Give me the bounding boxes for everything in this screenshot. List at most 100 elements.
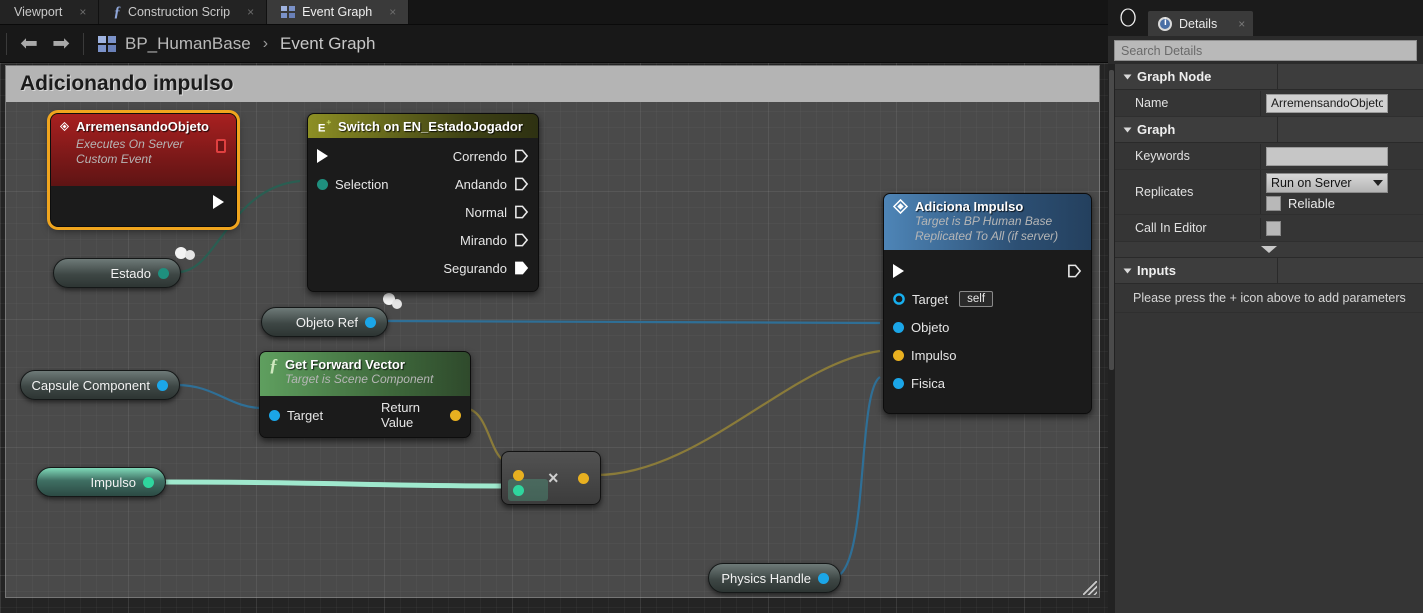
tab-viewport[interactable]: Viewport ×	[0, 0, 100, 24]
keywords-input[interactable]	[1266, 146, 1388, 166]
scrollbar-thumb[interactable]	[1109, 70, 1114, 370]
show-advanced-expander[interactable]	[1115, 242, 1423, 258]
node-body	[51, 186, 236, 226]
target-input-pin[interactable]	[269, 409, 280, 421]
pin-label: Correndo	[452, 148, 507, 164]
pin-row-impulso[interactable]: Impulso	[884, 341, 1091, 369]
multiply-input-b-pin[interactable]	[513, 485, 524, 496]
call-in-editor-checkbox[interactable]	[1266, 220, 1281, 236]
exec-input-pin[interactable]	[317, 149, 328, 163]
section-title: Graph Node	[1137, 69, 1212, 84]
property-label: Keywords	[1135, 149, 1190, 163]
vertical-scrollbar[interactable]	[1108, 64, 1115, 613]
close-icon[interactable]: ×	[79, 5, 86, 19]
node-get-forward-vector[interactable]: ƒ Get Forward Vector Target is Scene Com…	[259, 351, 471, 438]
fisica-input-pin[interactable]	[893, 377, 904, 389]
breadcrumb-current[interactable]: Event Graph	[280, 34, 375, 54]
exec-output-pin[interactable]	[213, 195, 224, 209]
pin-row-return-value[interactable]: Return Value	[365, 400, 470, 430]
section-header-graph-node[interactable]: Graph Node	[1115, 64, 1423, 90]
enum-switch-icon: E	[318, 119, 331, 134]
exec-output-pin-correndo[interactable]	[514, 148, 529, 164]
close-icon[interactable]: ×	[247, 5, 254, 19]
breadcrumb-toolbar: ⬅ ➡ BP_HumanBase › Event Graph	[0, 25, 1108, 63]
forward-button[interactable]: ➡	[45, 29, 77, 59]
selection-input-pin[interactable]	[317, 178, 328, 190]
var-output-pin[interactable]	[365, 316, 376, 328]
exec-output-pin-mirando[interactable]	[514, 232, 529, 248]
exec-output-pin-segurando[interactable]	[514, 260, 529, 276]
exec-input-row[interactable]	[308, 142, 423, 170]
target-self-input-pin[interactable]	[893, 293, 905, 305]
blueprint-graph-canvas[interactable]: Adicionando impulso ArremensandoObjeto E…	[0, 63, 1108, 613]
comment-title[interactable]: Adicionando impulso	[6, 66, 1099, 102]
var-output-pin[interactable]	[143, 476, 154, 488]
node-name-input[interactable]	[1266, 93, 1388, 113]
reliable-checkbox[interactable]	[1266, 196, 1281, 211]
pin-row-target[interactable]: Target self	[884, 285, 1091, 313]
inputs-hint-text: Please press the + icon above to add par…	[1115, 284, 1423, 313]
return-value-output-pin[interactable]	[450, 409, 461, 421]
pin-row-andando[interactable]: Andando	[423, 170, 538, 198]
pin-row-fisica[interactable]: Fisica	[884, 369, 1091, 397]
node-multiply[interactable]: ×	[501, 451, 601, 505]
property-label: Replicates	[1135, 185, 1194, 199]
search-details-input[interactable]	[1114, 40, 1417, 61]
node-title: Adiciona Impulso	[915, 199, 1024, 214]
reliable-checkbox-row[interactable]: Reliable	[1266, 196, 1417, 211]
pin-row-mirando[interactable]: Mirando	[423, 226, 538, 254]
target-self-value[interactable]: self	[959, 291, 994, 307]
details-properties-scroll: Graph Node Name Graph Keywords	[1108, 64, 1423, 613]
resize-handle-icon[interactable]	[1083, 581, 1097, 595]
node-subtitle-line1: Executes On Server	[76, 137, 184, 151]
pin-label: Impulso	[911, 347, 957, 363]
details-panel: 𝙾 Details × Graph Node Name	[1108, 0, 1423, 613]
var-node-capsule-component[interactable]: Capsule Component	[20, 370, 180, 400]
node-switch-on-en-estado-jogador[interactable]: E Switch on EN_EstadoJogador Selection C…	[307, 113, 539, 292]
pin-row-normal[interactable]: Normal	[423, 198, 538, 226]
pin-row-target[interactable]: Target	[260, 401, 365, 429]
close-icon[interactable]: ×	[1238, 17, 1245, 31]
close-icon[interactable]: ×	[389, 5, 396, 19]
multiply-output-pin[interactable]	[578, 473, 589, 484]
node-title: Switch on EN_EstadoJogador	[338, 119, 523, 134]
var-node-impulso[interactable]: Impulso	[36, 467, 166, 497]
objeto-input-pin[interactable]	[893, 321, 904, 333]
replicates-dropdown[interactable]: Run on Server	[1266, 173, 1388, 193]
exec-output-pin[interactable]	[1067, 263, 1082, 279]
exec-row[interactable]	[884, 257, 1091, 285]
pin-row-segurando[interactable]: Segurando	[423, 254, 538, 282]
back-button[interactable]: ⬅	[13, 29, 45, 59]
pin-row-objeto[interactable]: Objeto	[884, 313, 1091, 341]
exec-output-pin-normal[interactable]	[514, 204, 529, 220]
var-output-pin[interactable]	[818, 572, 829, 584]
section-header-graph[interactable]: Graph	[1115, 117, 1423, 143]
node-header: ArremensandoObjeto Executes On Server Cu…	[51, 114, 236, 186]
arrow-right-icon: ➡	[52, 32, 70, 55]
node-subtitle-line2: Replicated To All (if server)	[915, 229, 1059, 243]
tab-details[interactable]: Details ×	[1148, 11, 1254, 36]
grid-icon	[281, 6, 296, 18]
var-output-pin[interactable]	[157, 379, 168, 391]
tab-event-graph[interactable]: Event Graph ×	[267, 0, 410, 24]
var-node-estado[interactable]: Estado	[53, 258, 181, 288]
graph-icon	[98, 35, 116, 52]
node-custom-event-arremensando-objeto[interactable]: ArremensandoObjeto Executes On Server Cu…	[50, 113, 237, 227]
breadcrumb-root[interactable]: BP_HumanBase	[125, 34, 251, 54]
exec-output-pin-andando[interactable]	[514, 176, 529, 192]
property-row-call-in-editor: Call In Editor	[1115, 215, 1423, 242]
impulso-input-pin[interactable]	[893, 349, 904, 361]
pin-row-selection[interactable]: Selection	[308, 170, 423, 198]
var-node-objeto-ref[interactable]: Objeto Ref	[261, 307, 388, 337]
var-output-pin[interactable]	[158, 267, 169, 279]
section-header-inputs[interactable]: Inputs	[1115, 258, 1423, 284]
var-node-physics-handle[interactable]: Physics Handle	[708, 563, 841, 593]
tab-bar-filler	[409, 0, 1108, 24]
multiply-input-a-pin[interactable]	[513, 470, 524, 481]
exec-input-pin[interactable]	[893, 264, 904, 278]
tab-construction-script[interactable]: ƒ Construction Scrip ×	[99, 0, 268, 24]
svg-text:E: E	[318, 122, 326, 134]
pin-label: Normal	[465, 204, 507, 220]
node-adiciona-impulso[interactable]: Adiciona Impulso Target is BP Human Base…	[883, 193, 1092, 414]
pin-row-correndo[interactable]: Correndo	[423, 142, 538, 170]
